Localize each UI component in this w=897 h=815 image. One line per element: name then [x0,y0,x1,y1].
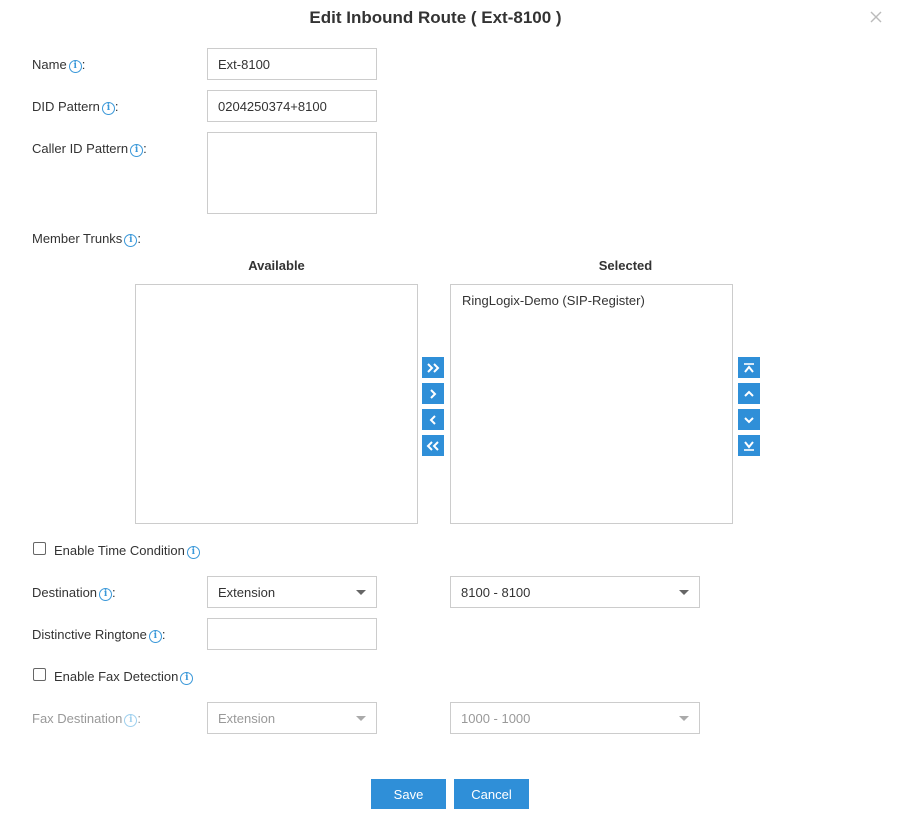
destination-type-select[interactable]: Extension [207,576,377,608]
member-trunks-label-text: Member Trunks [32,231,123,246]
fax-destination-type-value: Extension [218,710,276,726]
chevron-left-icon [429,414,436,425]
info-icon[interactable]: i [99,588,113,601]
fax-destination-target-value: 1000 - 1000 [461,710,531,726]
double-chevron-left-icon [426,440,439,451]
cancel-button[interactable]: Cancel [454,779,529,809]
dialog-title: Edit Inbound Route ( Ext-8100 ) [309,8,562,27]
name-label: Name i: [32,57,85,73]
move-left-button[interactable] [422,409,444,430]
fax-detection-checkbox[interactable] [33,668,46,681]
name-label-text: Name [32,57,67,72]
name-input[interactable] [207,48,377,80]
fax-destination-target-select: 1000 - 1000 [450,702,700,734]
label-colon: : [161,627,166,642]
distinctive-ringtone-label: Distinctive Ringtone i: [32,627,166,643]
fax-detection-label-text: Enable Fax Detection [54,669,179,684]
fax-destination-label-text: Fax Destination [32,711,123,726]
caller-id-pattern-textarea[interactable] [207,132,377,214]
chevron-down-icon [744,416,754,423]
save-button[interactable]: Save [371,779,446,809]
move-right-button[interactable] [422,383,444,404]
destination-type-value: Extension [218,584,276,600]
info-icon[interactable]: i [130,144,144,157]
move-all-right-button[interactable] [422,357,444,378]
label-colon: : [137,711,141,726]
distinctive-ringtone-input[interactable] [207,618,377,650]
info-icon[interactable]: i [148,630,162,643]
info-icon[interactable]: i [124,234,138,247]
caller-id-pattern-label: Caller ID Pattern i: [32,141,147,157]
move-top-icon [744,362,754,373]
time-condition-label-text: Enable Time Condition [54,543,185,558]
caret-down-icon [679,715,689,721]
info-icon[interactable]: i [101,102,115,115]
info-icon[interactable]: i [180,672,194,685]
distinctive-ringtone-label-text: Distinctive Ringtone [32,627,147,642]
did-pattern-label: DID Pattern i: [32,99,119,115]
info-icon[interactable]: i [68,60,82,73]
fax-destination-type-select: Extension [207,702,377,734]
info-icon: i [124,714,138,727]
caret-down-icon [356,715,366,721]
member-trunks-label: Member Trunks i: [32,231,141,247]
available-heading: Available [248,258,305,273]
time-condition-label: Enable Time Condition i [54,543,200,559]
selected-heading: Selected [598,258,653,273]
label-colon: : [81,57,86,72]
close-icon[interactable] [867,8,885,26]
move-bottom-icon [744,440,754,451]
caret-down-icon [356,589,366,595]
label-colon: : [112,585,116,600]
caller-id-pattern-label-text: Caller ID Pattern [32,141,129,156]
fax-destination-label: Fax Destination i: [32,711,141,727]
move-all-left-button[interactable] [422,435,444,456]
did-pattern-input[interactable] [207,90,377,122]
list-item[interactable]: RingLogix-Demo (SIP-Register) [451,285,732,308]
destination-label: Destination i: [32,585,116,601]
move-to-top-button[interactable] [738,357,760,378]
fax-detection-label: Enable Fax Detection i [54,669,194,685]
time-condition-checkbox[interactable] [33,542,46,555]
move-down-button[interactable] [738,409,760,430]
label-colon: : [114,99,119,114]
chevron-up-icon [744,390,754,397]
double-chevron-right-icon [427,362,440,373]
move-up-button[interactable] [738,383,760,404]
selected-trunks-list[interactable]: RingLogix-Demo (SIP-Register) [450,284,733,524]
destination-target-value: 8100 - 8100 [461,584,531,600]
move-to-bottom-button[interactable] [738,435,760,456]
chevron-right-icon [430,388,437,399]
destination-label-text: Destination [32,585,98,600]
destination-target-select[interactable]: 8100 - 8100 [450,576,700,608]
info-icon[interactable]: i [186,546,200,559]
label-colon: : [137,231,141,246]
caret-down-icon [679,589,689,595]
did-pattern-label-text: DID Pattern [32,99,100,114]
available-trunks-list[interactable] [135,284,418,524]
label-colon: : [143,141,147,156]
